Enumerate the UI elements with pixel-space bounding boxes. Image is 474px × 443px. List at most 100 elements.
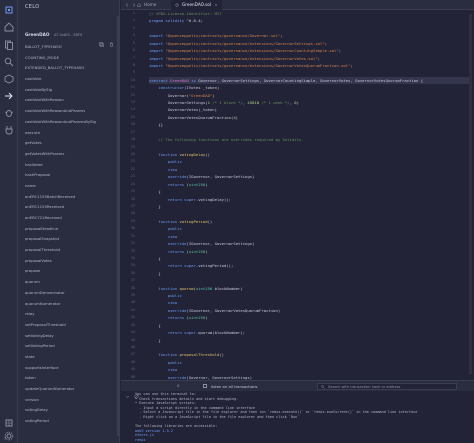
code-line[interactable]: } <box>149 270 469 277</box>
code-line[interactable]: returns (uint256) <box>149 248 469 255</box>
function-button[interactable]: votingDelay <box>25 405 117 416</box>
clear-console-icon[interactable] <box>134 384 139 399</box>
plugin-icon[interactable] <box>4 125 14 135</box>
code-line[interactable]: // SPDX-License-Identifier: MIT <box>149 10 469 17</box>
code-line[interactable]: import "@openzeppelin/contracts/governan… <box>149 32 469 39</box>
function-button[interactable]: proposalDeadline <box>25 224 117 235</box>
code-line[interactable]: { <box>149 255 469 262</box>
terminal-search[interactable] <box>317 382 457 391</box>
editor-scrollbar[interactable] <box>469 14 472 374</box>
function-button[interactable]: execute <box>25 128 117 139</box>
deploy-icon[interactable] <box>4 91 14 101</box>
code-line[interactable]: function votingPeriod() <box>149 218 469 225</box>
function-button[interactable]: proposalSnapshot <box>25 234 117 245</box>
function-button[interactable]: setVotingDelay <box>25 331 117 342</box>
code-line[interactable]: } <box>149 337 469 344</box>
code-line[interactable] <box>149 144 469 151</box>
function-button[interactable]: quorumNumerator <box>25 299 117 310</box>
function-button[interactable]: castVoteWithReason <box>25 95 117 106</box>
code-line[interactable]: public <box>149 359 469 366</box>
code-line[interactable]: public <box>149 158 469 165</box>
function-button[interactable]: proposalThreshold <box>25 245 117 256</box>
function-button[interactable]: token <box>25 373 117 384</box>
function-button[interactable]: getVotes <box>25 138 117 149</box>
debugger-icon[interactable] <box>4 108 14 118</box>
function-button[interactable]: COUNTING_MODE <box>25 53 117 64</box>
compiler-icon[interactable] <box>4 74 14 84</box>
function-button[interactable]: onERC1155Received <box>25 202 117 213</box>
terminal-prompt[interactable]: > <box>4 436 6 441</box>
code-line[interactable]: view <box>149 299 469 306</box>
copy-icon[interactable] <box>99 32 104 47</box>
chevron-right-icon[interactable] <box>132 3 136 7</box>
code-line[interactable]: contract GreenDAO is Governor, GovernorS… <box>149 76 469 85</box>
function-button[interactable]: onERC721Received <box>25 213 117 224</box>
code-line[interactable]: { <box>149 188 469 195</box>
tab-greendao-sol[interactable]: GreenDAO.sol <box>171 0 222 10</box>
code-line[interactable]: import "@openzeppelin/contracts/governan… <box>149 47 469 54</box>
search-icon[interactable] <box>4 57 14 67</box>
code-line[interactable]: import "@openzeppelin/contracts/governan… <box>149 40 469 47</box>
code-line[interactable] <box>149 277 469 284</box>
code-line[interactable]: {} <box>149 121 469 128</box>
function-button[interactable]: castVoteBySig <box>25 85 117 96</box>
close-icon[interactable] <box>214 3 218 7</box>
panel-scrollbar[interactable] <box>117 16 119 436</box>
code-line[interactable]: override(IGovernor, GovernorSettings) <box>149 240 469 247</box>
function-button[interactable]: version <box>25 395 117 406</box>
function-button[interactable]: setVotingPeriod <box>25 341 117 352</box>
code-line[interactable]: view <box>149 233 469 240</box>
terminal-search-input[interactable] <box>328 383 453 391</box>
code-line[interactable]: GovernorVotesQuorumFraction(4) <box>149 114 469 121</box>
function-button[interactable]: castVoteWithReasonAndParamsBySig <box>25 117 117 128</box>
function-button[interactable]: quorum <box>25 277 117 288</box>
function-button[interactable]: quorumDenominator <box>25 288 117 299</box>
code-line[interactable]: GovernorSettings(1 /* 1 block */, 45818 … <box>149 99 469 106</box>
code-line[interactable]: return super.votingPeriod(); <box>149 262 469 269</box>
tab-arrows[interactable] <box>125 0 136 10</box>
code-line[interactable] <box>149 344 469 351</box>
code-line[interactable]: override(IGovernor, GovernorSettings) <box>149 173 469 180</box>
code-line[interactable]: returns (uint256) <box>149 181 469 188</box>
code-line[interactable]: function votingDelay() <box>149 151 469 158</box>
code-line[interactable]: function quorum(uint256 blockNumber) <box>149 285 469 292</box>
function-button[interactable]: propose <box>25 266 117 277</box>
function-button[interactable]: EXTENDED_BALLOT_TYPEHASH <box>25 63 117 74</box>
delete-icon[interactable] <box>109 32 114 47</box>
listen-checkbox[interactable] <box>203 384 207 388</box>
code-line[interactable]: pragma solidity ^0.8.4; <box>149 17 469 24</box>
code-line[interactable]: view <box>149 166 469 173</box>
function-button[interactable]: castVoteWithReasonAndParams <box>25 106 117 117</box>
function-button[interactable]: hashProposal <box>25 170 117 181</box>
function-button[interactable]: proposalVotes <box>25 256 117 267</box>
deployed-contract-header[interactable]: GreenDAO AT 0x8f5...5BF9 <box>18 30 119 47</box>
code-line[interactable] <box>149 69 469 76</box>
code-line[interactable]: } <box>149 203 469 210</box>
function-button[interactable]: castVote <box>25 74 117 85</box>
remix-logo-icon[interactable] <box>4 5 14 15</box>
function-button[interactable]: onERC1155BatchReceived <box>25 192 117 203</box>
code-content[interactable]: // SPDX-License-Identifier: MIT pragma so… <box>149 10 469 380</box>
code-line[interactable]: // The following functions are overrides… <box>149 136 469 143</box>
code-line[interactable] <box>149 129 469 136</box>
file-explorer-icon[interactable] <box>4 40 14 50</box>
function-button[interactable]: name <box>25 181 117 192</box>
code-line[interactable]: import "@openzeppelin/contracts/governan… <box>149 55 469 62</box>
code-line[interactable]: { <box>149 322 469 329</box>
code-line[interactable]: public <box>149 225 469 232</box>
code-line[interactable]: import "@openzeppelin/contracts/governan… <box>149 62 469 69</box>
function-button[interactable]: hasVoted <box>25 160 117 171</box>
function-button[interactable]: votingPeriod <box>25 416 117 427</box>
code-line[interactable]: view <box>149 366 469 373</box>
code-line[interactable]: GovernorVotes(_token) <box>149 106 469 113</box>
function-button[interactable]: setProposalThreshold <box>25 320 117 331</box>
code-line[interactable]: return super.quorum(blockNumber); <box>149 329 469 336</box>
tab-home[interactable]: Home <box>137 0 156 10</box>
code-editor[interactable]: 1 2 3 4 5 6 7 8 9 10 11 12 13 14 15 16 17 18 19 20 21 22 23 24 2… <box>121 10 474 380</box>
function-button[interactable]: supportsInterface <box>25 363 117 374</box>
function-button[interactable]: updateQuorumNumerator <box>25 384 117 395</box>
code-line[interactable]: function proposalThreshold() <box>149 351 469 358</box>
code-line[interactable]: Governor("GreenDAO") <box>149 92 469 99</box>
chevron-left-icon[interactable] <box>125 3 129 7</box>
function-button[interactable]: relay <box>25 309 117 320</box>
